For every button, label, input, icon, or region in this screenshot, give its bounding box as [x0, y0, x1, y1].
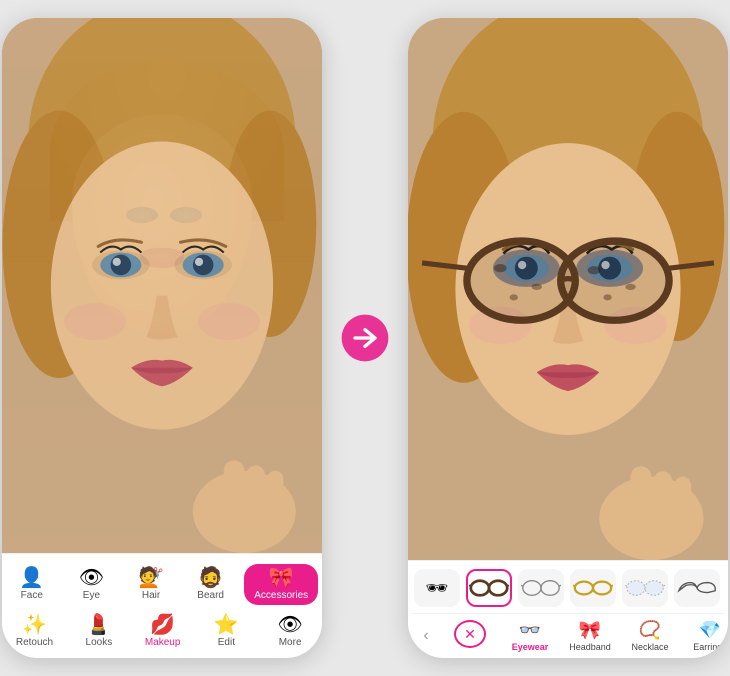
cat-glasses-item[interactable] [674, 569, 720, 607]
remove-icon: ✕ [454, 620, 486, 648]
cat-glasses-icon-box [674, 569, 720, 607]
more-label: More [279, 637, 302, 648]
tortoise-glasses-item[interactable] [466, 569, 512, 607]
looks-icon: 💄 [86, 615, 111, 635]
more-icon: 👁 [277, 615, 302, 635]
rimless-glasses-item[interactable] [622, 569, 668, 607]
nav-row-1: 👤 Face 👁 Eye 💇 Hair 🧔 Beard 🎀 Acc [2, 560, 322, 609]
back-button[interactable]: ‹ [412, 622, 440, 650]
nav-face[interactable]: 👤 Face [6, 566, 58, 603]
beard-label: Beard [197, 590, 224, 601]
rimless-glasses-icon-box [622, 569, 668, 607]
nav-hair[interactable]: 💇 Hair [125, 566, 177, 603]
eyewear-icon: 👓 [519, 620, 541, 641]
makeup-label: Makeup [145, 637, 181, 648]
retouch-icon: ✨ [22, 615, 47, 635]
nav-retouch[interactable]: ✨ Retouch [8, 613, 61, 650]
necklace-icon: 📿 [639, 620, 661, 641]
gold-glasses-item[interactable] [570, 569, 616, 607]
nav-accessories[interactable]: 🎀 Accessories [244, 564, 318, 605]
arrow-icon [340, 313, 390, 363]
edit-icon: ⭐ [214, 615, 239, 635]
left-phone: 👤 Face 👁 Eye 💇 Hair 🧔 Beard 🎀 Acc [2, 18, 322, 658]
app-container: 👤 Face 👁 Eye 💇 Hair 🧔 Beard 🎀 Acc [0, 0, 730, 676]
arrow-container [340, 313, 390, 363]
headband-icon: 🎀 [579, 620, 601, 641]
nav-row-2: ✨ Retouch 💄 Looks 💋 Makeup ⭐ Edit 👁 [2, 609, 322, 654]
hair-label: Hair [142, 590, 160, 601]
all-glasses-item[interactable]: 🕶 [414, 569, 460, 607]
category-necklace[interactable]: 📿 Necklace [620, 618, 680, 654]
category-earrings[interactable]: 💎 Earrings [680, 618, 724, 654]
looks-label: Looks [86, 637, 113, 648]
glasses-swatches: 🕶 [412, 567, 724, 611]
face-label: Face [21, 590, 43, 601]
left-bottom-nav: 👤 Face 👁 Eye 💇 Hair 🧔 Beard 🎀 Acc [2, 553, 322, 658]
nav-more[interactable]: 👁 More [264, 613, 316, 650]
category-remove[interactable]: ✕ [440, 618, 500, 654]
tortoise-glasses-icon-box [466, 569, 512, 607]
face-icon: 👤 [19, 568, 44, 588]
eye-icon: 👁 [79, 568, 104, 588]
retouch-label: Retouch [16, 637, 53, 648]
nav-looks[interactable]: 💄 Looks [73, 613, 125, 650]
earrings-label: Earrings [693, 642, 724, 652]
category-eyewear[interactable]: 👓 Eyewear [500, 618, 560, 654]
accessories-panel: 🕶 [408, 560, 728, 658]
nav-edit[interactable]: ⭐ Edit [200, 613, 252, 650]
accessories-icon: 🎀 [269, 568, 294, 588]
makeup-icon: 💋 [150, 615, 175, 635]
nav-makeup[interactable]: 💋 Makeup [137, 613, 189, 650]
eyewear-label: Eyewear [512, 642, 549, 652]
category-scroll: ✕ 👓 Eyewear 🎀 Headband 📿 Necklace [440, 618, 724, 654]
hair-icon: 💇 [139, 568, 164, 588]
beard-icon: 🧔 [198, 568, 223, 588]
accessories-label: Accessories [254, 590, 308, 601]
nav-beard[interactable]: 🧔 Beard [185, 566, 237, 603]
gold-glasses-icon-box [570, 569, 616, 607]
eye-label: Eye [83, 590, 100, 601]
headband-label: Headband [569, 642, 611, 652]
category-headband[interactable]: 🎀 Headband [560, 618, 620, 654]
necklace-label: Necklace [631, 642, 668, 652]
all-glasses-icon-box: 🕶 [414, 569, 460, 607]
earrings-icon: 💎 [699, 620, 721, 641]
right-photo [408, 18, 728, 560]
nav-eye[interactable]: 👁 Eye [65, 566, 117, 603]
wire-glasses-item[interactable] [518, 569, 564, 607]
right-phone: 🕶 [408, 18, 728, 658]
edit-label: Edit [218, 637, 235, 648]
wire-glasses-icon-box [518, 569, 564, 607]
left-photo [2, 18, 322, 553]
category-row: ‹ ✕ 👓 Eyewear 🎀 Headband 📿 [412, 613, 724, 654]
